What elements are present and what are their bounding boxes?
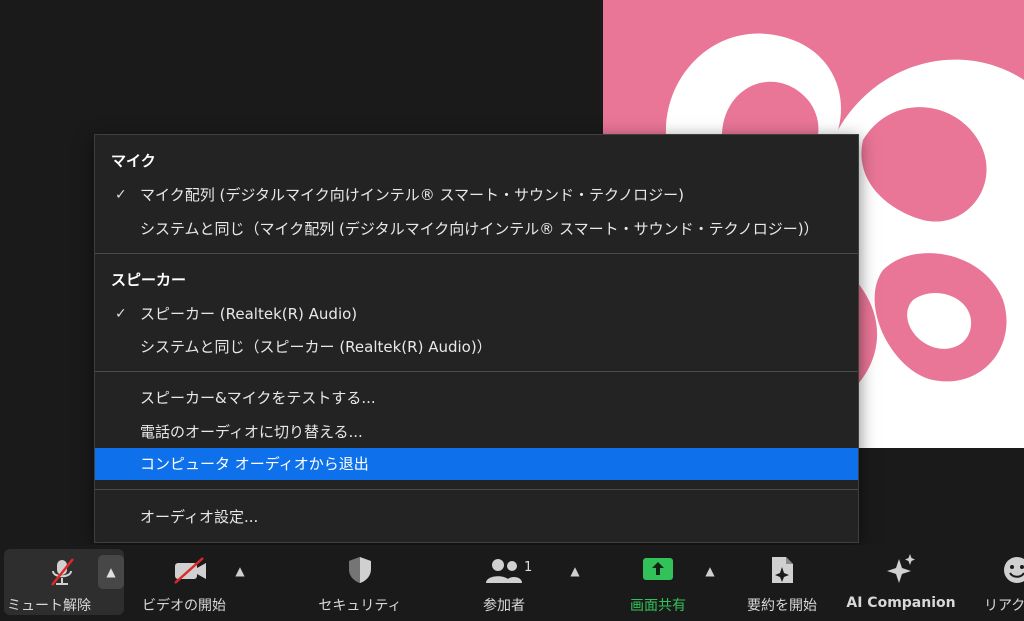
start-video-label: ビデオの開始	[142, 598, 226, 614]
participants-label: 参加者	[483, 598, 525, 614]
menu-divider	[95, 489, 858, 490]
share-screen-button[interactable]: 画面共有	[608, 547, 708, 619]
audio-options-caret[interactable]: ▲	[98, 555, 124, 589]
security-button[interactable]: セキュリティ	[310, 547, 410, 619]
test-speaker-mic-item[interactable]: スピーカー&マイクをテストする...	[95, 382, 858, 414]
checkmark-icon: ✓	[115, 187, 127, 203]
ai-companion-button[interactable]: AI Companion	[842, 547, 960, 619]
menu-item-label: システムと同じ（スピーカー (Realtek(R) Audio)）	[140, 338, 492, 356]
menu-item-label: システムと同じ（マイク配列 (デジタルマイク向けインテル® スマート・サウンド・…	[140, 220, 819, 238]
microphone-option-system[interactable]: システムと同じ（マイク配列 (デジタルマイク向けインテル® スマート・サウンド・…	[95, 213, 858, 245]
summary-document-icon	[772, 557, 793, 583]
participants-options-caret[interactable]: ▲	[565, 561, 585, 581]
unmute-label: ミュート解除	[7, 598, 91, 614]
speaker-section-header: スピーカー	[111, 271, 187, 289]
video-options-caret[interactable]: ▲	[230, 561, 250, 581]
security-label: セキュリティ	[318, 598, 402, 614]
menu-item-label: マイク配列 (デジタルマイク向けインテル® スマート・サウンド・テクノロジー)	[140, 186, 684, 204]
participants-button[interactable]: 1 参加者	[454, 547, 554, 619]
start-summary-button[interactable]: 要約を開始	[732, 547, 832, 619]
smiley-icon	[1004, 557, 1024, 583]
share-screen-label: 画面共有	[630, 598, 686, 614]
share-options-caret[interactable]: ▲	[700, 561, 720, 581]
menu-item-label: スピーカー (Realtek(R) Audio)	[140, 305, 358, 323]
sparkle-icon	[887, 554, 915, 583]
participants-count: 1	[524, 560, 533, 575]
menu-item-label: スピーカー&マイクをテストする...	[140, 389, 376, 407]
unmute-button[interactable]: ▲ ミュート解除	[4, 549, 124, 615]
menu-item-label: コンピュータ オーディオから退出	[140, 455, 369, 473]
audio-options-menu: マイク ✓ マイク配列 (デジタルマイク向けインテル® スマート・サウンド・テク…	[94, 134, 859, 543]
meeting-toolbar: ▲ ミュート解除 ビデオの開始 ▲ セキュリティ 1 参加者 ▲ 画面共有 ▲ …	[0, 545, 1024, 621]
participants-icon	[486, 559, 522, 583]
video-off-icon	[174, 557, 206, 584]
menu-divider	[95, 371, 858, 372]
share-screen-icon	[643, 558, 673, 580]
audio-settings-item[interactable]: オーディオ設定...	[95, 501, 858, 533]
shield-icon	[349, 557, 371, 583]
speaker-option-system[interactable]: システムと同じ（スピーカー (Realtek(R) Audio)）	[95, 331, 858, 363]
microphone-section-header: マイク	[111, 152, 156, 170]
checkmark-icon: ✓	[115, 306, 127, 322]
menu-divider	[95, 253, 858, 254]
leave-computer-audio-item[interactable]: コンピュータ オーディオから退出	[95, 448, 858, 480]
start-video-button[interactable]: ビデオの開始	[137, 547, 257, 619]
reactions-label: リアクシ	[984, 598, 1024, 614]
muted-microphone-icon	[51, 558, 74, 586]
start-summary-label: 要約を開始	[747, 598, 817, 614]
reactions-button[interactable]: リアクシ	[978, 547, 1024, 619]
menu-item-label: 電話のオーディオに切り替える...	[140, 423, 363, 441]
switch-to-phone-audio-item[interactable]: 電話のオーディオに切り替える...	[95, 416, 858, 448]
menu-item-label: オーディオ設定...	[140, 508, 259, 526]
microphone-option-array[interactable]: ✓ マイク配列 (デジタルマイク向けインテル® スマート・サウンド・テクノロジー…	[95, 179, 858, 211]
speaker-option-realtek[interactable]: ✓ スピーカー (Realtek(R) Audio)	[95, 298, 858, 330]
ai-companion-label: AI Companion	[846, 595, 956, 611]
